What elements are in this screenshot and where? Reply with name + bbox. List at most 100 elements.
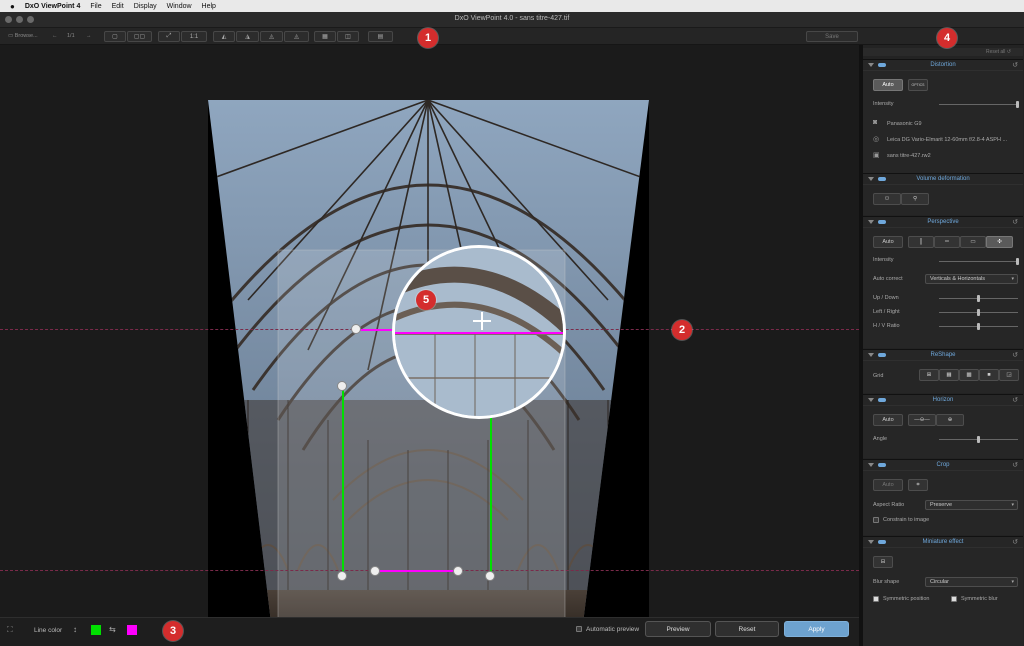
symmetric-blur-checkbox[interactable] — [951, 596, 957, 602]
before-after-icon: ◫ — [345, 34, 351, 40]
zoom-one-to-one-label: 1:1 — [189, 33, 199, 40]
vertical-line-color-swatch[interactable] — [91, 625, 101, 635]
eight-point-perspective-button[interactable]: ✣ — [986, 236, 1013, 248]
distortion-intensity-slider[interactable] — [939, 101, 1019, 108]
horizontal-lines-tool-button[interactable]: ◮ — [236, 31, 259, 42]
auto-correct-dropdown[interactable]: Verticals & Horizontals ▾ — [925, 274, 1018, 284]
grid-3x3-button[interactable]: ▦ — [939, 369, 959, 381]
reset-button[interactable]: Reset — [715, 621, 779, 637]
perspective-header[interactable]: Perspective ↺ — [863, 217, 1023, 228]
slider-knob[interactable] — [976, 436, 980, 443]
vertical-correction-line-left[interactable] — [342, 386, 344, 576]
grid-overlay-button[interactable]: ▦ — [314, 31, 336, 42]
apply-button[interactable]: Apply — [784, 621, 849, 637]
group-people-icon: ⚇ — [884, 196, 890, 202]
app-name-menu[interactable]: DxO ViewPoint 4 — [25, 3, 81, 10]
angle-slider[interactable] — [939, 436, 1018, 443]
apple-menu-icon[interactable]: ● — [10, 2, 15, 11]
grid-4x4-button[interactable]: ▩ — [959, 369, 979, 381]
line-handle[interactable] — [485, 571, 495, 581]
distortion-header[interactable]: Distortion ↺ — [863, 60, 1023, 71]
save-button[interactable]: Save — [806, 31, 858, 42]
horizon-vertical-button[interactable]: ⊕ — [936, 414, 964, 426]
vertical-perspective-button[interactable]: ║ — [908, 236, 934, 248]
window-menu[interactable]: Window — [167, 3, 192, 10]
crop-tool-button[interactable]: ⌗ — [908, 479, 928, 491]
next-image-arrow-icon[interactable]: → — [86, 33, 92, 39]
browse-button[interactable]: ▭ Browse... — [8, 33, 38, 39]
aspect-ratio-value: Preserve — [930, 502, 953, 508]
miniature-blur-area-button[interactable]: ⊟ — [873, 556, 893, 568]
horizontal-perspective-button[interactable]: ═ — [934, 236, 960, 248]
reshape-header[interactable]: ReShape ↺ — [863, 350, 1023, 361]
reset-all-button[interactable]: Reset all ↺ — [863, 48, 1023, 56]
blur-shape-dropdown[interactable]: Circular ▾ — [925, 577, 1018, 587]
horizon-header[interactable]: Horizon ↺ — [863, 395, 1023, 406]
grid-large-icon: ▩ — [966, 372, 972, 378]
line-handle[interactable] — [453, 566, 463, 576]
automatic-preview-checkbox[interactable] — [576, 626, 582, 632]
miniature-effect-header[interactable]: Miniature effect ↺ — [863, 537, 1023, 548]
up-down-label: Up / Down — [873, 295, 899, 301]
zoom-one-to-one-button[interactable]: 1:1 — [181, 31, 207, 42]
horizontal-correction-line-bottom[interactable] — [375, 570, 459, 572]
edit-menu[interactable]: Edit — [112, 3, 124, 10]
line-handle[interactable] — [337, 571, 347, 581]
file-menu[interactable]: File — [90, 3, 101, 10]
image-canvas[interactable]: 5 2 — [0, 45, 859, 639]
reset-icon[interactable]: ↺ — [1012, 538, 1018, 546]
slider-knob[interactable] — [976, 323, 980, 330]
rectangle-tool-button[interactable]: ◬ — [260, 31, 283, 42]
slider-knob[interactable] — [976, 309, 980, 316]
up-down-slider[interactable] — [939, 295, 1018, 302]
horizon-line-button[interactable]: —⊖— — [908, 414, 936, 426]
display-menu[interactable]: Display — [134, 3, 157, 10]
previous-image-arrow-icon[interactable]: ← — [52, 33, 58, 39]
distortion-auto-button[interactable]: Auto — [873, 79, 903, 91]
reset-label: Reset — [738, 625, 756, 633]
single-view-button[interactable]: ▢ — [104, 31, 126, 42]
reset-icon[interactable]: ↺ — [1012, 218, 1018, 226]
before-after-button[interactable]: ◫ — [337, 31, 359, 42]
slider-knob[interactable] — [1016, 101, 1019, 108]
bottom-bar: ⛶ Line color ↕ ⇆ Automatic preview Previ… — [0, 617, 859, 646]
line-handle[interactable] — [351, 324, 361, 334]
fit-to-screen-button[interactable]: ⤢ — [158, 31, 180, 42]
vertical-lines-tool-button[interactable]: ◭ — [213, 31, 235, 42]
lens-name: Leica DG Vario-Elmarit 12-60mm f/2.8-4 A… — [887, 137, 1008, 143]
grid-custom-button[interactable]: ◲ — [999, 369, 1019, 381]
compare-view-button[interactable]: ▢▢ — [127, 31, 152, 42]
optics-module-button[interactable]: OPTICS — [908, 79, 928, 91]
perspective-intensity-slider[interactable] — [939, 258, 1019, 265]
perspective-auto-button[interactable]: Auto — [873, 236, 903, 248]
group-volume-button[interactable]: ⚇ — [873, 193, 901, 205]
volume-deformation-header[interactable]: Volume deformation — [863, 174, 1023, 185]
line-handle[interactable] — [337, 381, 347, 391]
aspect-ratio-dropdown[interactable]: Preserve ▾ — [925, 500, 1018, 510]
eight-point-tool-button[interactable]: ◬ — [284, 31, 309, 42]
preview-button[interactable]: Preview — [645, 621, 711, 637]
horizontal-line-color-swatch[interactable] — [127, 625, 137, 635]
hv-ratio-slider[interactable] — [939, 323, 1018, 330]
reset-icon[interactable]: ↺ — [1012, 351, 1018, 359]
fit-view-icon[interactable]: ⛶ — [7, 625, 13, 635]
reset-icon[interactable]: ↺ — [1012, 396, 1018, 404]
grid-fine-button[interactable]: ■ — [979, 369, 999, 381]
crop-auto-button[interactable]: Auto — [873, 479, 903, 491]
crop-header[interactable]: Crop ↺ — [863, 460, 1023, 471]
single-volume-button[interactable]: ⚲ — [901, 193, 929, 205]
left-right-slider[interactable] — [939, 309, 1018, 316]
rectangle-perspective-button[interactable]: ▭ — [960, 236, 986, 248]
grid-2x2-button[interactable]: ⊞ — [919, 369, 939, 381]
angle-label: Angle — [873, 436, 888, 442]
export-button[interactable]: ▤ — [368, 31, 393, 42]
help-menu[interactable]: Help — [202, 3, 216, 10]
horizon-auto-button[interactable]: Auto — [873, 414, 903, 426]
slider-knob[interactable] — [1016, 258, 1019, 265]
reset-icon[interactable]: ↺ — [1012, 61, 1018, 69]
line-handle[interactable] — [370, 566, 380, 576]
constrain-to-image-checkbox[interactable] — [873, 517, 879, 523]
symmetric-position-checkbox[interactable] — [873, 596, 879, 602]
reset-icon[interactable]: ↺ — [1012, 461, 1018, 469]
slider-knob[interactable] — [976, 295, 980, 302]
